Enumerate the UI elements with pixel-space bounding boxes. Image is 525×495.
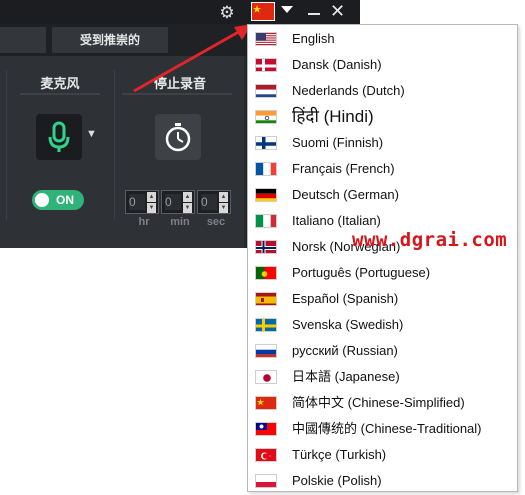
language-option-label: Dansk (Danish) <box>292 57 382 72</box>
language-option-label: Türkçe (Turkish) <box>292 447 387 462</box>
language-option-label: Suomi (Finnish) <box>292 135 384 150</box>
annotation-arrow-icon <box>133 24 252 93</box>
toggle-label: ON <box>56 193 74 207</box>
language-option-pl[interactable]: Polskie (Polish) <box>248 468 517 494</box>
pl-flag-icon <box>255 474 277 488</box>
language-option-dk[interactable]: Dansk (Danish) <box>248 52 517 78</box>
microphone-button[interactable] <box>36 114 82 160</box>
language-option-nl[interactable]: Nederlands (Dutch) <box>248 78 517 104</box>
fi-flag-icon <box>255 136 277 150</box>
it-flag-icon <box>255 214 277 228</box>
decrement-arrow-icon[interactable]: ▼ <box>219 203 228 213</box>
language-option-label: Español (Spanish) <box>292 291 399 306</box>
increment-arrow-icon[interactable]: ▲ <box>219 192 228 202</box>
no-flag-icon <box>255 240 277 254</box>
language-option-us[interactable]: English <box>248 26 517 52</box>
language-option-pt[interactable]: Português (Portuguese) <box>248 260 517 286</box>
minimize-icon[interactable] <box>308 13 320 15</box>
language-option-label: 中國傳统的 (Chinese-Traditional) <box>292 421 482 436</box>
language-option-label: Français (French) <box>292 161 395 176</box>
hours-value[interactable]: 0 <box>129 194 145 210</box>
decrement-arrow-icon[interactable]: ▼ <box>183 203 192 213</box>
language-option-label: Polskie (Polish) <box>292 473 382 488</box>
language-option-tw[interactable]: 中國傳统的 (Chinese-Traditional) <box>248 416 517 442</box>
ru-flag-icon <box>255 344 277 358</box>
language-flag-button[interactable] <box>251 2 275 21</box>
minutes-value[interactable]: 0 <box>165 194 181 210</box>
dk-flag-icon <box>255 58 277 72</box>
microphone-title: 麦克风 <box>40 76 80 91</box>
language-option-tr[interactable]: Türkçe (Turkish) <box>248 442 517 468</box>
increment-arrow-icon[interactable]: ▲ <box>183 192 192 202</box>
language-option-fi[interactable]: Suomi (Finnish) <box>248 130 517 156</box>
china-flag-icon <box>252 3 274 20</box>
minutes-stepper[interactable]: 0 ▲ ▼ <box>161 190 195 214</box>
language-option-label: Nederlands (Dutch) <box>292 83 405 98</box>
title-underline <box>20 93 100 95</box>
hours-stepper[interactable]: 0 ▲ ▼ <box>125 190 159 214</box>
jp-flag-icon <box>255 370 277 384</box>
language-option-label: English <box>292 31 335 46</box>
de-flag-icon <box>255 188 277 202</box>
tw-flag-icon <box>255 422 277 436</box>
in-flag-icon <box>255 110 277 124</box>
language-menu: English Dansk (Danish) Nederlands (Dutch) ह… <box>247 24 518 492</box>
cn-flag-icon <box>255 396 277 410</box>
microphone-dropdown-icon[interactable]: ▼ <box>86 128 97 140</box>
language-option-fr[interactable]: Français (French) <box>248 156 517 182</box>
fr-flag-icon <box>255 162 277 176</box>
language-option-label: Português (Portuguese) <box>292 265 431 280</box>
microphone-icon <box>48 121 70 152</box>
toggle-knob <box>35 193 49 207</box>
language-option-label: Svenska (Swedish) <box>292 317 404 332</box>
language-option-label: 简体中文 (Chinese-Simplified) <box>292 395 465 410</box>
seconds-value[interactable]: 0 <box>201 194 217 210</box>
watermark-text: www.dgrai.com <box>352 229 508 251</box>
pt-flag-icon <box>255 266 277 280</box>
seconds-unit: sec <box>206 216 226 228</box>
tr-flag-icon <box>255 448 277 462</box>
caret-down-icon[interactable] <box>281 6 293 13</box>
nl-flag-icon <box>255 84 277 98</box>
stopwatch-icon <box>165 123 191 152</box>
close-icon[interactable]: ✕ <box>330 1 345 21</box>
language-option-ru[interactable]: русский (Russian) <box>248 338 517 364</box>
language-option-es[interactable]: Español (Spanish) <box>248 286 517 312</box>
column-divider <box>6 70 7 220</box>
language-option-se[interactable]: Svenska (Swedish) <box>248 312 517 338</box>
es-flag-icon <box>255 292 277 306</box>
decrement-arrow-icon[interactable]: ▼ <box>147 203 156 213</box>
microphone-toggle[interactable]: ON <box>32 190 84 210</box>
language-option-jp[interactable]: 日本語 (Japanese) <box>248 364 517 390</box>
us-flag-icon <box>255 32 277 46</box>
language-option-in[interactable]: हिंदी (Hindi) <box>248 104 517 130</box>
minutes-unit: min <box>170 216 190 228</box>
language-option-label: 日本語 (Japanese) <box>292 369 400 384</box>
language-option-label: русский (Russian) <box>292 343 398 358</box>
column-divider <box>114 70 115 220</box>
language-option-de[interactable]: Deutsch (German) <box>248 182 517 208</box>
language-option-label: हिंदी (Hindi) <box>292 107 374 126</box>
increment-arrow-icon[interactable]: ▲ <box>147 192 156 202</box>
seconds-stepper[interactable]: 0 ▲ ▼ <box>197 190 231 214</box>
tab-partial[interactable] <box>0 27 46 53</box>
hours-unit: hr <box>138 216 150 228</box>
stop-timer-button[interactable] <box>155 114 201 160</box>
language-option-cn[interactable]: 简体中文 (Chinese-Simplified) <box>248 390 517 416</box>
language-option-label: Deutsch (German) <box>292 187 399 202</box>
se-flag-icon <box>255 318 277 332</box>
